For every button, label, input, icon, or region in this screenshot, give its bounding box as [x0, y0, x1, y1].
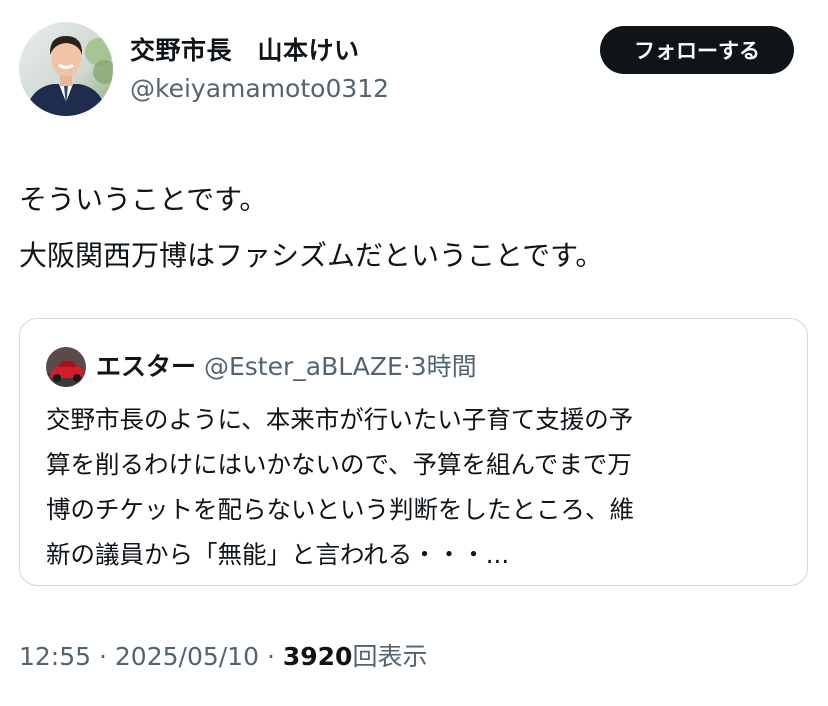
meta-separator: · [99, 642, 107, 671]
quoted-text-line: 算を削るわけにはいかないので、予算を組んでまで万 [46, 450, 632, 479]
tweet-meta: 12:55 · 2025/05/10 · 3920回表示 [19, 637, 427, 677]
tweet-text: そういうことです。 大阪関西万博はファシズムだということです。 [19, 172, 809, 284]
tweet-text-line: 大阪関西万博はファシズムだということです。 [19, 239, 604, 272]
author-handle[interactable]: @keiyamamoto0312 [130, 74, 389, 103]
meta-separator: · [266, 642, 275, 671]
tweet-date[interactable]: 2025/05/10 [115, 642, 259, 671]
quoted-timestamp[interactable]: 3時間 [411, 352, 477, 381]
quoted-tweet-text: 交野市長のように、本来市が行いたい子育て支援の予 算を削るわけにはいかないので、… [46, 397, 796, 577]
quoted-author-name[interactable]: エスター [96, 352, 196, 381]
quoted-text-line: 新の議員から「無能」と言われる・・・... [46, 540, 510, 569]
quoted-text-line: 交野市長のように、本来市が行いたい子育て支援の予 [46, 405, 634, 434]
quoted-separator: · [402, 352, 411, 381]
views-label: 回表示 [352, 642, 428, 671]
quoted-tweet-card[interactable]: エスター @Ester_aBLAZE·3時間 交野市長のように、本来市が行いたい… [19, 318, 808, 586]
quoted-author-handle[interactable]: @Ester_aBLAZE [204, 352, 403, 381]
quoted-avatar-image [46, 347, 86, 387]
tweet-time[interactable]: 12:55 [19, 642, 91, 671]
quoted-text-line: 博のチケットを配らないという判断をしたところ、維 [46, 495, 634, 524]
quoted-tweet-header: エスター @Ester_aBLAZE·3時間 [96, 349, 477, 385]
follow-button[interactable]: フォローする [600, 26, 794, 74]
tweet-text-line: そういうことです。 [19, 183, 268, 216]
author-avatar-image [19, 22, 113, 116]
quoted-author-avatar[interactable] [46, 347, 86, 387]
author-display-name[interactable]: 交野市長 山本けい [130, 31, 360, 67]
views-count[interactable]: 3920 [283, 642, 353, 671]
author-avatar[interactable] [19, 22, 113, 116]
